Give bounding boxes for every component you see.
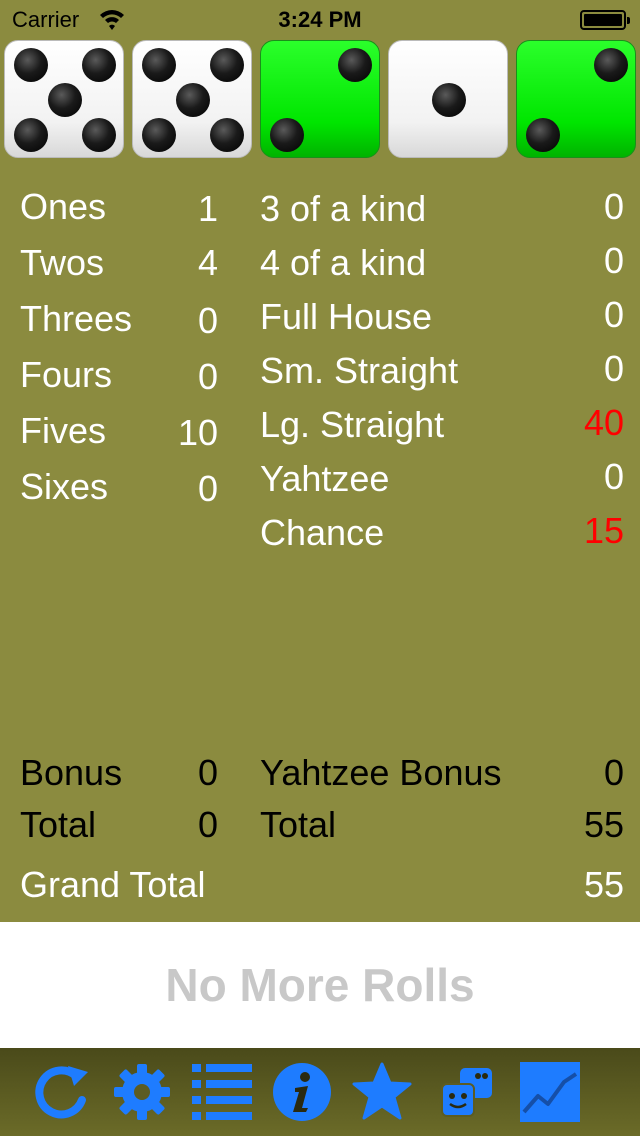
die-5[interactable] (516, 40, 636, 158)
die-pip (176, 83, 210, 117)
score-row-chance[interactable]: Chance 15 (260, 510, 626, 556)
roll-area: No More Rolls (0, 922, 640, 1048)
category-score: 0 (197, 468, 218, 509)
die-pip (48, 83, 82, 117)
score-row-sixes[interactable]: Sixes 0 (20, 466, 220, 510)
score-row-small-straight[interactable]: Sm. Straight 0 (260, 348, 626, 394)
category-label: 4 of a kind (260, 242, 427, 283)
category-label: Ones (20, 186, 107, 227)
die-pip (142, 47, 177, 82)
category-label: Lg. Straight (260, 404, 445, 445)
upper-total-row: Total 0 (20, 804, 220, 848)
score-row-three-of-a-kind[interactable]: 3 of a kind 0 (260, 186, 626, 232)
die-pip (593, 47, 628, 82)
category-label: Yahtzee (260, 458, 390, 499)
die-pip (209, 118, 244, 153)
grand-total-label: Grand Total (20, 864, 206, 905)
upper-total-value: 0 (197, 804, 218, 845)
upper-bonus-row: Bonus 0 (20, 752, 220, 796)
category-label: Threes (20, 298, 133, 339)
game-center-icon[interactable] (438, 1062, 498, 1122)
die-pip (81, 118, 116, 153)
category-score: 10 (177, 412, 218, 453)
category-score: 0 (197, 356, 218, 397)
category-score-highlighted: 40 (583, 402, 624, 443)
category-label: 3 of a kind (260, 188, 427, 229)
battery-icon (580, 10, 630, 30)
score-row-threes[interactable]: Threes 0 (20, 298, 220, 342)
score-row-ones[interactable]: Ones 1 (20, 186, 220, 230)
die-pip (14, 118, 49, 153)
die-pip (14, 47, 49, 82)
category-label: Fours (20, 354, 113, 395)
info-icon[interactable] (272, 1062, 332, 1122)
dice-tray (0, 40, 640, 160)
die-pip (81, 47, 116, 82)
yahtzee-bonus-value: 0 (603, 752, 624, 793)
lower-total-value: 55 (583, 804, 624, 845)
status-bar: Carrier 3:24 PM (0, 0, 640, 40)
bonus-value: 0 (197, 752, 218, 793)
category-label: Sixes (20, 466, 109, 507)
score-row-yahtzee[interactable]: Yahtzee 0 (260, 456, 626, 502)
die-pip (526, 118, 561, 153)
category-label: Twos (20, 242, 105, 283)
lower-total-label: Total (260, 804, 337, 845)
stats-icon[interactable] (520, 1062, 580, 1122)
die-pip (337, 47, 372, 82)
die-4[interactable] (388, 40, 508, 158)
grand-total-value: 55 (583, 864, 624, 905)
category-score: 0 (197, 300, 218, 341)
die-pip (142, 118, 177, 153)
score-row-fives[interactable]: Fives 10 (20, 410, 220, 454)
new-game-icon[interactable] (32, 1062, 92, 1122)
score-row-large-straight[interactable]: Lg. Straight 40 (260, 402, 626, 448)
category-score: 0 (603, 348, 624, 389)
die-2[interactable] (132, 40, 252, 158)
die-pip (270, 118, 305, 153)
category-score: 0 (603, 240, 624, 281)
settings-icon[interactable] (112, 1062, 172, 1122)
score-row-fours[interactable]: Fours 0 (20, 354, 220, 398)
category-score: 0 (603, 186, 624, 227)
category-score-highlighted: 15 (583, 510, 624, 551)
scores-list-icon[interactable] (192, 1062, 252, 1122)
score-row-full-house[interactable]: Full House 0 (260, 294, 626, 340)
category-score: 1 (197, 188, 218, 229)
yahtzee-bonus-label: Yahtzee Bonus (260, 752, 502, 793)
lower-total-row: Total 55 (260, 804, 626, 848)
grand-total-row: Grand Total 55 (20, 864, 626, 908)
score-row-twos[interactable]: Twos 4 (20, 242, 220, 286)
upper-total-label: Total (20, 804, 97, 845)
die-pip (432, 83, 466, 117)
roll-button[interactable]: No More Rolls (0, 922, 640, 1048)
bottom-toolbar (0, 1048, 640, 1136)
bonus-label: Bonus (20, 752, 123, 793)
die-3[interactable] (260, 40, 380, 158)
category-score: 4 (197, 242, 218, 283)
category-label: Sm. Straight (260, 350, 459, 391)
category-label: Full House (260, 296, 433, 337)
category-label: Chance (260, 512, 385, 553)
category-score: 0 (603, 294, 624, 335)
category-label: Fives (20, 410, 107, 451)
yahtzee-bonus-row: Yahtzee Bonus 0 (260, 752, 626, 796)
clock: 3:24 PM (278, 7, 362, 32)
die-pip (209, 47, 244, 82)
die-1[interactable] (4, 40, 124, 158)
score-row-four-of-a-kind[interactable]: 4 of a kind 0 (260, 240, 626, 286)
favorite-icon[interactable] (352, 1062, 412, 1122)
category-score: 0 (603, 456, 624, 497)
